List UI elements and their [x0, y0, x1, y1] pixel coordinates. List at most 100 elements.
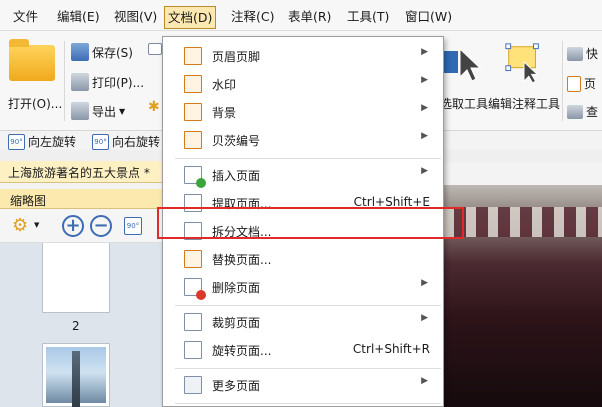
submenu-arrow-icon: ▶ [421, 376, 428, 386]
menu-shortcut: Ctrl+Shift+R [352, 342, 430, 356]
delete-page-icon [184, 278, 206, 300]
menu-item-rotate-pages[interactable]: 旋转页面... Ctrl+Shift+R [164, 336, 442, 364]
rotate-thumbnail-icon[interactable]: 90° [124, 217, 142, 235]
thumbnail-panel-header: 缩略图 [0, 189, 162, 209]
zoom-out-icon[interactable]: − [90, 215, 112, 237]
menu-item-label: 裁剪页面 [212, 316, 261, 330]
menu-item-label: 背景 [212, 106, 237, 120]
menu-item-label: 旋转页面... [212, 344, 272, 358]
submenu-arrow-icon: ▶ [421, 103, 428, 113]
menu-form[interactable]: 表单(R) [285, 7, 334, 27]
submenu-arrow-icon: ▶ [421, 47, 428, 57]
rotate-left-button[interactable]: 90° 向左旋转 [8, 133, 76, 150]
rotate-left-label: 向左旋转 [28, 135, 77, 149]
rotate-page-icon [184, 341, 202, 359]
document-tab[interactable]: 上海旅游著名的五大景点 * [0, 161, 162, 183]
save-icon [71, 43, 89, 61]
menu-item-more-pages[interactable]: 更多页面 ▶ [164, 371, 442, 399]
camera-icon [567, 46, 583, 61]
insert-page-icon [184, 166, 206, 188]
menu-item-insert-pages[interactable]: 插入页面 ▶ [164, 161, 442, 189]
snapshot-button[interactable]: 快 [567, 45, 598, 62]
menu-item-delete-pages[interactable]: 删除页面 ▶ [164, 273, 442, 301]
mail-icon [148, 43, 162, 55]
background-icon [184, 103, 202, 121]
find-button[interactable]: 查 [567, 103, 598, 120]
menu-edit[interactable]: 编辑(E) [54, 7, 103, 27]
menu-window[interactable]: 窗口(W) [402, 7, 455, 27]
rotate-left-icon: 90° [8, 133, 25, 150]
menu-item-crop-pages[interactable]: 裁剪页面 ▶ [164, 308, 442, 336]
save-button[interactable]: 保存(S) [71, 43, 133, 61]
page-thumbnail-image [46, 347, 106, 407]
menu-item-label: 替换页面... [212, 253, 272, 267]
bates-icon [184, 131, 202, 149]
menu-document[interactable]: 文档(D) [164, 6, 217, 29]
menu-bar: 文件 编辑(E) 视图(V) 文档(D) 注释(C) 表单(R) 工具(T) 窗… [0, 0, 602, 31]
select-tool-icon[interactable] [444, 43, 484, 85]
page-button[interactable]: 页 [567, 75, 596, 92]
select-tool-button[interactable]: 选取工具 [440, 95, 488, 112]
rotate-right-label: 向右旋转 [112, 135, 161, 149]
rotate-right-button[interactable]: 90° 向右旋转 [92, 133, 160, 150]
submenu-arrow-icon: ▶ [421, 278, 428, 288]
ribbon-separator [562, 41, 563, 121]
document-photo [444, 185, 602, 407]
print-label: 打印(P)... [92, 75, 145, 90]
header-footer-icon [184, 47, 202, 65]
menu-tools[interactable]: 工具(T) [344, 7, 392, 27]
thumbnail-panel-title: 缩略图 [10, 194, 47, 208]
open-folder-icon[interactable] [9, 39, 55, 81]
menu-item-bates-numbering[interactable]: 贝茨编号 ▶ [164, 126, 442, 154]
menu-item-background[interactable]: 背景 ▶ [164, 98, 442, 126]
menu-item-label: 更多页面 [212, 379, 261, 393]
document-tab-title: 上海旅游著名的五大景点 * [8, 166, 150, 180]
menu-separator [175, 305, 441, 306]
menu-view[interactable]: 视图(V) [111, 7, 160, 27]
export-label: 导出 [92, 104, 117, 119]
submenu-arrow-icon: ▶ [421, 75, 428, 85]
replace-page-icon [184, 250, 202, 268]
gear-icon[interactable]: ⚙ [12, 215, 28, 236]
menu-item-header-footer[interactable]: 页眉页脚 ▶ [164, 42, 442, 70]
find-icon [567, 104, 583, 119]
chevron-down-icon: ▼ [119, 106, 126, 116]
page-label: 页 [584, 77, 597, 91]
menu-item-label: 插入页面 [212, 169, 261, 183]
export-icon [71, 102, 89, 120]
menu-item-replace-pages[interactable]: 替换页面... [164, 245, 442, 273]
submenu-arrow-icon: ▶ [421, 313, 428, 323]
page-number: 2 [72, 319, 80, 333]
submenu-arrow-icon: ▶ [421, 131, 428, 141]
chevron-down-icon[interactable]: ▼ [34, 221, 39, 229]
email-button[interactable] [148, 43, 162, 55]
submenu-arrow-icon: ▶ [421, 166, 428, 176]
zoom-in-icon[interactable]: + [62, 215, 84, 237]
edit-annotation-icon[interactable] [504, 41, 544, 83]
menu-item-watermark[interactable]: 水印 ▶ [164, 70, 442, 98]
menu-file[interactable]: 文件 [10, 7, 41, 27]
open-button[interactable]: 打开(O)... [8, 95, 62, 112]
crop-icon [184, 313, 202, 331]
export-button[interactable]: 导出 ▼ [71, 102, 125, 120]
menu-item-label: 页眉页脚 [212, 50, 261, 64]
page-icon [567, 75, 581, 92]
menu-item-label: 贝茨编号 [212, 134, 261, 148]
rotate-right-icon: 90° [92, 133, 109, 150]
menu-annotation[interactable]: 注释(C) [228, 7, 277, 27]
page-thumbnail[interactable] [42, 343, 110, 407]
highlight-box [157, 207, 464, 239]
snapshot-label: 快 [586, 47, 599, 61]
print-button[interactable]: 打印(P)... [71, 73, 144, 91]
menu-separator [175, 403, 441, 404]
save-label: 保存(S) [92, 45, 133, 60]
sparkle-icon[interactable]: ✱ [148, 99, 160, 115]
menu-item-label: 删除页面 [212, 281, 261, 295]
watermark-icon [184, 75, 202, 93]
menu-separator [175, 368, 441, 369]
thumbnail-list: 2 [0, 243, 162, 407]
edit-annotation-button[interactable]: 编辑注释工具 [488, 95, 560, 112]
printer-icon [71, 73, 89, 91]
menu-separator [175, 158, 441, 159]
page-thumbnail[interactable] [42, 243, 110, 313]
